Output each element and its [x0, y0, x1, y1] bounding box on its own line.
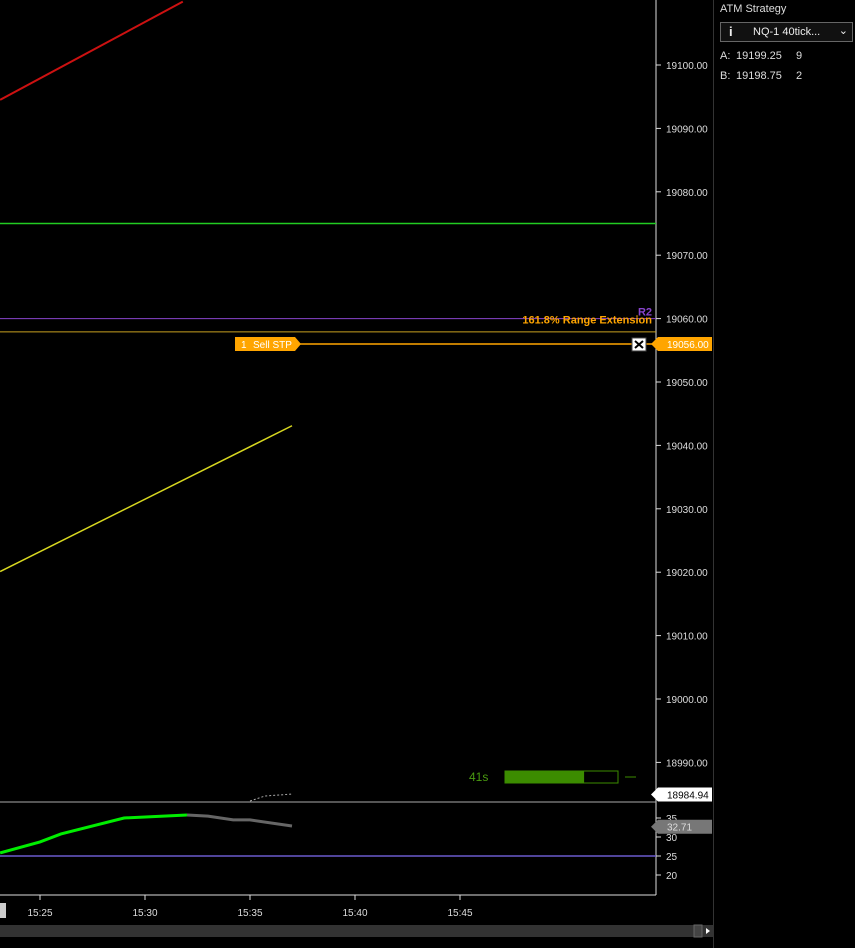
price-tick-label: 19030.00	[666, 505, 708, 516]
chart-trader-panel: ATM Strategy i NQ-1 40tick... ⌄ A: 19199.…	[713, 0, 855, 948]
price-tick-label: 19100.00	[666, 61, 708, 72]
price-tick-label: 19010.00	[666, 632, 708, 643]
price-tick-label: 19050.00	[666, 378, 708, 389]
indicator-tick-label: 30	[666, 833, 678, 844]
red-series-line	[0, 0, 184, 101]
price-tick-label: 19020.00	[666, 568, 708, 579]
indicator-gray-line	[186, 813, 293, 828]
scrollbar-thumb[interactable]	[693, 924, 703, 938]
price-tick-label: 18990.00	[666, 758, 708, 769]
order-qty: 1	[241, 340, 247, 351]
price-tick-label: 19000.00	[666, 695, 708, 706]
time-tick-label: 15:25	[27, 908, 52, 919]
chevron-down-icon: ⌄	[838, 25, 848, 37]
bar-timer-label: 41s	[469, 770, 488, 784]
price-tick-label: 19070.00	[666, 251, 708, 262]
dashed-line	[249, 793, 294, 802]
time-tick-label: 15:40	[342, 908, 367, 919]
bid-label: B:	[720, 70, 731, 82]
atm-strategy-value: NQ-1 40tick...	[753, 26, 821, 38]
time-tick-label: 15:30	[132, 908, 157, 919]
bid-row: B: 19198.75 2	[720, 70, 802, 82]
range-extension-label: 161.8% Range Extension	[522, 315, 652, 327]
yellow-series-line	[0, 425, 293, 573]
last-price: 18984.94	[667, 790, 709, 801]
price-tick-label: 19040.00	[666, 441, 708, 452]
bar-timer-fill	[505, 771, 585, 783]
time-tick-label: 15:35	[237, 908, 262, 919]
ask-size: 9	[796, 50, 803, 62]
atm-strategy-label: ATM Strategy	[720, 3, 787, 15]
indicator-tick-label: 20	[666, 871, 678, 882]
order-price: 19056.00	[667, 340, 709, 351]
info-icon[interactable]: i	[729, 24, 733, 39]
order-type: Sell STP	[253, 340, 292, 351]
atm-strategy-select[interactable]: i NQ-1 40tick... ⌄	[720, 22, 853, 42]
price-tick-label: 19060.00	[666, 315, 708, 326]
bid-price: 19198.75	[736, 70, 782, 82]
indicator-tick-label: 25	[666, 852, 678, 863]
indicator-green-line	[0, 813, 188, 855]
price-tick-label: 19080.00	[666, 188, 708, 199]
ask-label: A:	[720, 50, 731, 62]
partial-button[interactable]	[0, 903, 6, 918]
horizontal-scrollbar[interactable]	[0, 925, 713, 937]
price-tick-label: 19090.00	[666, 124, 708, 135]
price-chart[interactable]: 19100.00 19090.00 19080.00 19070.00 19060.00…	[0, 0, 713, 948]
indicator-value: 32.71	[667, 823, 692, 834]
ask-row: A: 19199.25 9	[720, 50, 802, 62]
time-tick-label: 15:45	[447, 908, 472, 919]
ask-price: 19199.25	[736, 50, 782, 62]
bid-size: 2	[796, 70, 803, 82]
